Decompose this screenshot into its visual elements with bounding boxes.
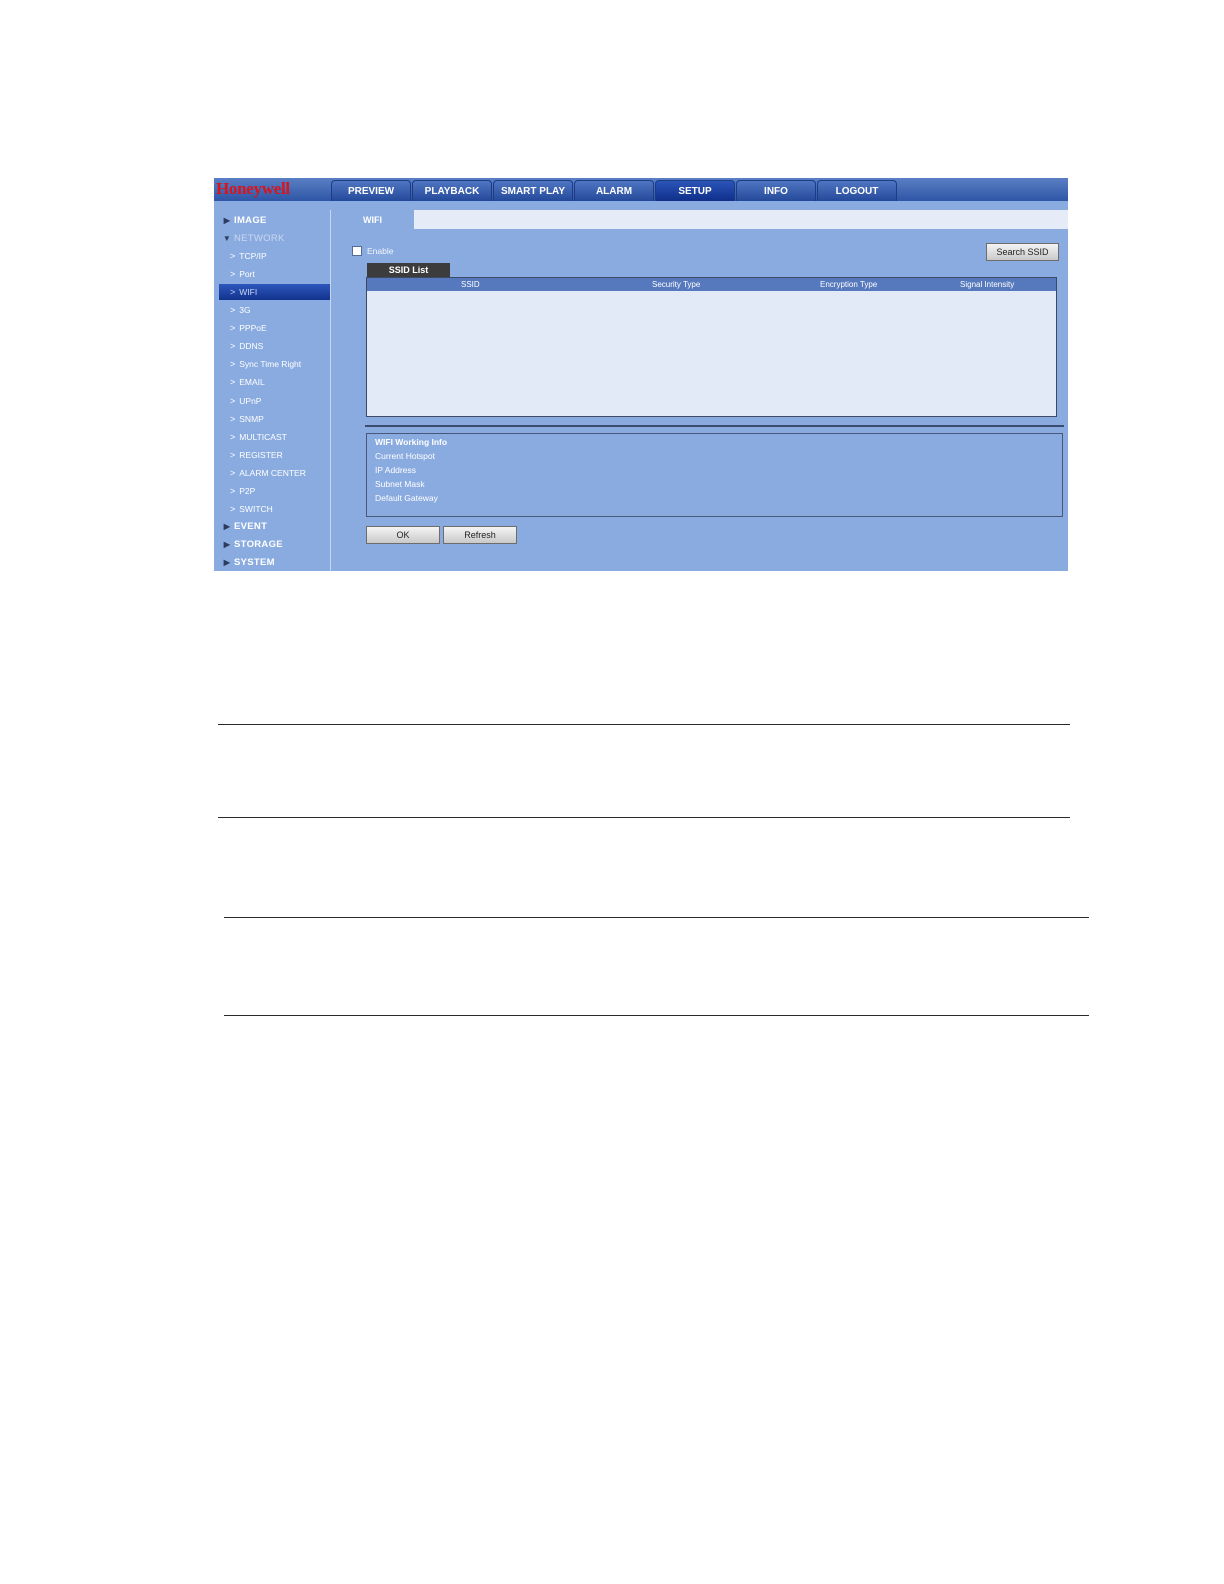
wifi-working-info: WIFI Working Info Current Hotspot IP Add… xyxy=(366,433,1063,517)
sidebar-item-ddns[interactable]: > DDNS xyxy=(219,338,331,354)
sidebar-divider xyxy=(330,210,331,571)
sidebar-item-label: MULTICAST xyxy=(239,431,287,442)
chevron-right-icon: > xyxy=(230,305,236,316)
info-current-hotspot: Current Hotspot xyxy=(375,451,435,461)
sidebar-item-label: REGISTER xyxy=(239,449,283,460)
triangle-right-icon: ▶ xyxy=(223,215,231,225)
chevron-right-icon: > xyxy=(230,431,236,442)
sidebar-item-label: NETWORK xyxy=(234,232,285,244)
top-bar: Honeywell PREVIEW PLAYBACK SMART PLAY AL… xyxy=(214,178,1068,201)
triangle-right-icon: ▶ xyxy=(223,558,231,568)
sidebar-item-wifi[interactable]: > WIFI xyxy=(219,284,331,301)
sidebar-item-label: SWITCH xyxy=(239,503,273,514)
sidebar-item-label: PPPoE xyxy=(239,323,267,334)
sidebar-item-sync-time-right[interactable]: > Sync Time Right xyxy=(219,356,331,372)
info-subnet-mask: Subnet Mask xyxy=(375,479,425,489)
chevron-right-icon: > xyxy=(230,359,236,370)
chevron-right-icon: > xyxy=(230,395,236,406)
sidebar-item-register[interactable]: > REGISTER xyxy=(219,447,331,463)
sidebar-item-network[interactable]: ▼ NETWORK xyxy=(219,230,331,246)
search-ssid-button[interactable]: Search SSID xyxy=(986,243,1059,261)
triangle-down-icon: ▼ xyxy=(222,233,232,243)
col-security-type[interactable]: Security Type xyxy=(652,280,700,289)
enable-label: Enable xyxy=(367,246,394,256)
sidebar-item-label: SYSTEM xyxy=(234,557,275,569)
sidebar-item-label: P2P xyxy=(239,485,256,496)
sidebar-item-p2p[interactable]: > P2P xyxy=(219,483,331,499)
document-rule xyxy=(218,724,1070,725)
web-client-window: Honeywell PREVIEW PLAYBACK SMART PLAY AL… xyxy=(214,178,1068,571)
chevron-right-icon: > xyxy=(230,503,236,514)
tab-preview[interactable]: PREVIEW xyxy=(331,180,411,201)
content-tab-strip xyxy=(331,210,1068,229)
sidebar-item-tcp-ip[interactable]: > TCP/IP xyxy=(219,248,331,264)
sidebar-item-email[interactable]: > EMAIL xyxy=(219,374,331,390)
document-rule xyxy=(224,917,1089,918)
sidebar-item-storage[interactable]: ▶ STORAGE xyxy=(219,537,331,553)
triangle-right-icon: ▶ xyxy=(223,540,231,550)
sidebar-item-multicast[interactable]: > MULTICAST xyxy=(219,429,331,445)
chevron-right-icon: > xyxy=(230,323,236,334)
sidebar-item-image[interactable]: ▶ IMAGE xyxy=(219,212,331,228)
info-default-gateway: Default Gateway xyxy=(375,493,438,503)
chevron-right-icon: > xyxy=(230,287,236,298)
tab-logout[interactable]: LOGOUT xyxy=(817,180,897,201)
sidebar: ▶ IMAGE ▼ NETWORK > TCP/IP > Port > WIFI >3G > PPPoE… xyxy=(219,210,331,571)
sidebar-item-label: Port xyxy=(239,269,255,280)
tab-wifi[interactable]: WIFI xyxy=(331,210,414,229)
ok-button[interactable]: OK xyxy=(366,526,440,544)
document-rule xyxy=(224,1015,1089,1016)
col-signal-intensity[interactable]: Signal Intensity xyxy=(960,280,1014,289)
chevron-right-icon: > xyxy=(230,377,236,388)
sidebar-item-label: IMAGE xyxy=(234,214,267,226)
chevron-right-icon: > xyxy=(230,251,236,262)
ssid-table[interactable]: SSID Security Type Encryption Type Signa… xyxy=(366,277,1057,417)
enable-row[interactable]: Enable xyxy=(352,246,393,256)
refresh-button[interactable]: Refresh xyxy=(443,526,517,544)
info-title: WIFI Working Info xyxy=(375,437,448,447)
sidebar-item-alarm-center[interactable]: > ALARM CENTER xyxy=(219,465,331,481)
sidebar-item-system[interactable]: ▶ SYSTEM xyxy=(219,555,331,571)
sidebar-item-label: EVENT xyxy=(234,521,268,533)
tab-alarm[interactable]: ALARM xyxy=(574,180,654,201)
chevron-right-icon: > xyxy=(230,467,236,478)
sidebar-item-upnp[interactable]: > UPnP xyxy=(219,393,331,409)
chevron-right-icon: > xyxy=(230,485,236,496)
sidebar-item-label: 3G xyxy=(239,305,251,316)
chevron-right-icon: > xyxy=(230,449,236,460)
triangle-right-icon: ▶ xyxy=(223,522,231,532)
col-ssid[interactable]: SSID xyxy=(461,280,480,289)
sidebar-item-switch[interactable]: > SWITCH xyxy=(219,501,331,517)
sidebar-item-label: UPnP xyxy=(239,395,262,406)
tab-playback[interactable]: PLAYBACK xyxy=(412,180,492,201)
chevron-right-icon: > xyxy=(230,413,236,424)
col-encryption-type[interactable]: Encryption Type xyxy=(820,280,877,289)
sidebar-item-label: Sync Time Right xyxy=(239,359,302,370)
sidebar-item-port[interactable]: > Port xyxy=(219,266,331,282)
chevron-right-icon: > xyxy=(230,341,236,352)
sidebar-item-label: TCP/IP xyxy=(239,251,267,262)
sidebar-item-event[interactable]: ▶ EVENT xyxy=(219,519,331,535)
sidebar-item-snmp[interactable]: > SNMP xyxy=(219,411,331,427)
sidebar-item-label: EMAIL xyxy=(239,377,265,388)
tab-info[interactable]: INFO xyxy=(736,180,816,201)
tab-smart-play[interactable]: SMART PLAY xyxy=(493,180,573,201)
sidebar-item-label: STORAGE xyxy=(234,539,283,551)
honeywell-logo: Honeywell xyxy=(216,179,290,198)
sidebar-item-label: ALARM CENTER xyxy=(239,467,306,478)
info-ip-address: IP Address xyxy=(375,465,416,475)
ssid-table-header: SSID Security Type Encryption Type Signa… xyxy=(367,278,1056,291)
section-separator xyxy=(365,425,1064,427)
tab-setup[interactable]: SETUP xyxy=(655,180,735,201)
sidebar-item-pppoe[interactable]: > PPPoE xyxy=(219,320,331,336)
sidebar-item-label: SNMP xyxy=(239,413,264,424)
document-rule xyxy=(218,817,1070,818)
ssid-list-tab[interactable]: SSID List xyxy=(367,263,450,277)
chevron-right-icon: > xyxy=(230,269,236,280)
main-nav: PREVIEW PLAYBACK SMART PLAY ALARM SETUP … xyxy=(331,180,898,201)
sidebar-item-label: DDNS xyxy=(239,341,264,352)
enable-checkbox[interactable] xyxy=(352,246,362,256)
sidebar-item-3g[interactable]: >3G xyxy=(219,302,331,318)
sidebar-item-label: WIFI xyxy=(239,287,258,298)
